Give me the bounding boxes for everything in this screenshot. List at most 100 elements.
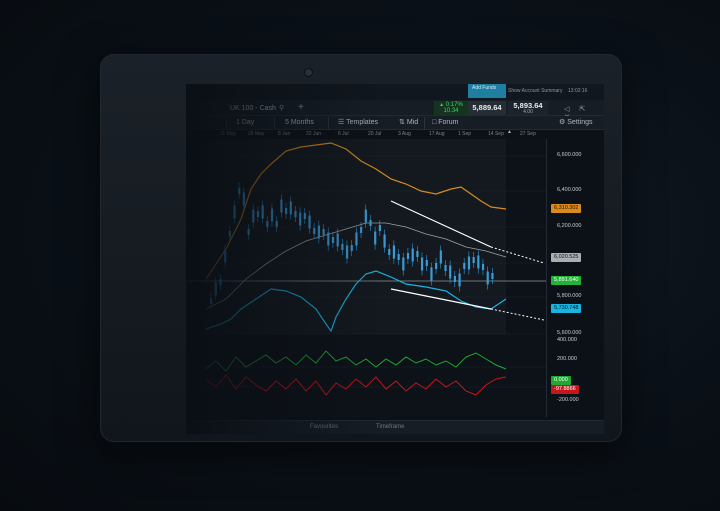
candle-body bbox=[378, 225, 381, 231]
price-tick: 6,400.000 bbox=[557, 187, 582, 193]
candle-body bbox=[317, 225, 321, 239]
spread: 4.00 bbox=[523, 109, 533, 115]
middle-band-tag: 6,020.525 bbox=[551, 253, 582, 262]
date-label: 8 Jun bbox=[278, 131, 291, 137]
instrument-tab[interactable]: UK 100 - Cash bbox=[230, 105, 276, 112]
date-label: 1 Sep bbox=[458, 131, 472, 137]
candle-body bbox=[481, 264, 485, 270]
candle-body bbox=[425, 260, 428, 266]
forum-button[interactable]: □ Forum bbox=[432, 118, 458, 128]
templates-icon: ☰ bbox=[338, 119, 345, 126]
plus-icon[interactable]: + bbox=[298, 102, 304, 113]
candle-body bbox=[210, 298, 213, 304]
templates-label: Templates bbox=[346, 119, 379, 126]
candle-body bbox=[313, 228, 316, 234]
osc-tick: 400.000 bbox=[557, 337, 577, 343]
date-label: 14 Sep bbox=[488, 131, 504, 137]
candle-body bbox=[294, 211, 297, 217]
candle-body bbox=[369, 220, 372, 226]
date-label: 17 Aug bbox=[429, 131, 445, 137]
separator bbox=[274, 117, 275, 129]
candle-body bbox=[355, 232, 358, 246]
templates-button[interactable]: ☰ Templates bbox=[338, 118, 378, 128]
candle-body bbox=[331, 237, 335, 243]
candle-body bbox=[266, 221, 269, 227]
candle-body bbox=[444, 265, 447, 271]
candle-body bbox=[360, 227, 363, 233]
candle-body bbox=[402, 257, 405, 271]
bell-icon[interactable]: ▲ bbox=[507, 129, 512, 135]
candle-body bbox=[472, 257, 475, 263]
price-chart[interactable] bbox=[186, 139, 546, 417]
candle-body bbox=[397, 254, 400, 260]
candle-body bbox=[247, 229, 250, 235]
candle-body bbox=[416, 251, 419, 257]
mid-label: Mid bbox=[406, 119, 419, 126]
buy-price: 5,893.64 bbox=[513, 101, 543, 110]
candle-body bbox=[388, 249, 391, 255]
candle-body bbox=[341, 244, 344, 250]
interval-select[interactable]: 1 Day bbox=[236, 118, 254, 128]
osc-red-tag: -97.8866 bbox=[551, 385, 579, 394]
account-summary-link[interactable]: Show Account Summary bbox=[508, 88, 562, 94]
candle-body bbox=[336, 233, 339, 247]
candle-body bbox=[299, 212, 302, 226]
top-bar: Add Funds Show Account Summary 13:02:16 bbox=[186, 84, 604, 100]
candle-body bbox=[308, 215, 311, 229]
candle-body bbox=[214, 282, 217, 296]
forum-label: Forum bbox=[438, 119, 459, 126]
candle-body bbox=[350, 245, 353, 251]
instrument-tab-bar: UK 100 - Cash ⚲ + ▲ 0.17% 10.34 5,889.64… bbox=[186, 100, 604, 121]
timeframe-tab[interactable]: Timeframe bbox=[376, 424, 404, 430]
candle-body bbox=[420, 257, 424, 271]
date-label: 3 Aug bbox=[398, 131, 411, 137]
candle-body bbox=[228, 231, 231, 237]
candle-body bbox=[458, 273, 461, 287]
upper-band-tag: 6,310.302 bbox=[551, 204, 582, 213]
mid-price-button[interactable]: ⇅ Mid bbox=[399, 118, 418, 128]
candle-body bbox=[261, 205, 264, 219]
candle-body bbox=[252, 209, 255, 223]
osc-tick: 200.000 bbox=[557, 356, 577, 362]
osc-green-tag: 0.000 bbox=[551, 376, 571, 385]
osc-tick: -200.000 bbox=[557, 397, 579, 403]
date-axis: 11 May 26 May 8 Jun 22 Jun 6 Jul 20 Jul … bbox=[186, 129, 604, 139]
mid-icon: ⇅ bbox=[399, 119, 405, 126]
search-icon[interactable]: ⚲ bbox=[279, 104, 284, 112]
buy-button[interactable]: 5,893.64 4.00 bbox=[508, 101, 548, 115]
candle-body bbox=[242, 192, 246, 206]
candle-body bbox=[224, 249, 227, 263]
sell-button[interactable]: 5,889.64 bbox=[468, 101, 506, 115]
settings-button[interactable]: ⚙ Settings bbox=[559, 118, 593, 128]
candle-body bbox=[289, 201, 292, 215]
bottom-bar: Favourites Timeframe bbox=[186, 420, 604, 434]
candle-body bbox=[345, 245, 349, 259]
candle-body bbox=[477, 255, 480, 269]
candle-body bbox=[439, 250, 442, 264]
candle-body bbox=[411, 248, 414, 262]
candle-body bbox=[406, 253, 410, 259]
range-select[interactable]: 5 Months bbox=[285, 118, 314, 128]
separator bbox=[424, 117, 425, 129]
candle-body bbox=[453, 276, 457, 282]
candle-body bbox=[383, 234, 386, 248]
favourites-tab[interactable]: Favourites bbox=[310, 424, 338, 430]
date-label: 26 May bbox=[248, 131, 265, 137]
candle-body bbox=[327, 232, 330, 246]
candle-body bbox=[449, 265, 452, 279]
add-funds-button[interactable]: Add Funds bbox=[468, 84, 506, 98]
candle-body bbox=[463, 263, 466, 269]
chart-toolbar: 1 Day 5 Months ☰ Templates ⇅ Mid □ Forum… bbox=[186, 116, 604, 130]
change-points: 10.34 bbox=[443, 108, 459, 114]
price-axis: 6,600.000 6,400.000 6,310.302 6,200.000 … bbox=[546, 139, 604, 417]
clock: 13:02:16 bbox=[568, 88, 588, 94]
webcam bbox=[305, 69, 312, 76]
candle-body bbox=[486, 271, 489, 285]
screen: Add Funds Show Account Summary 13:02:16 … bbox=[186, 84, 604, 434]
price-tick: 6,200.000 bbox=[557, 223, 582, 229]
candle-body bbox=[256, 211, 260, 217]
candle-body bbox=[270, 208, 274, 222]
candle-body bbox=[392, 245, 396, 259]
candle-body bbox=[280, 199, 283, 213]
date-label: 6 Jul bbox=[338, 131, 349, 137]
